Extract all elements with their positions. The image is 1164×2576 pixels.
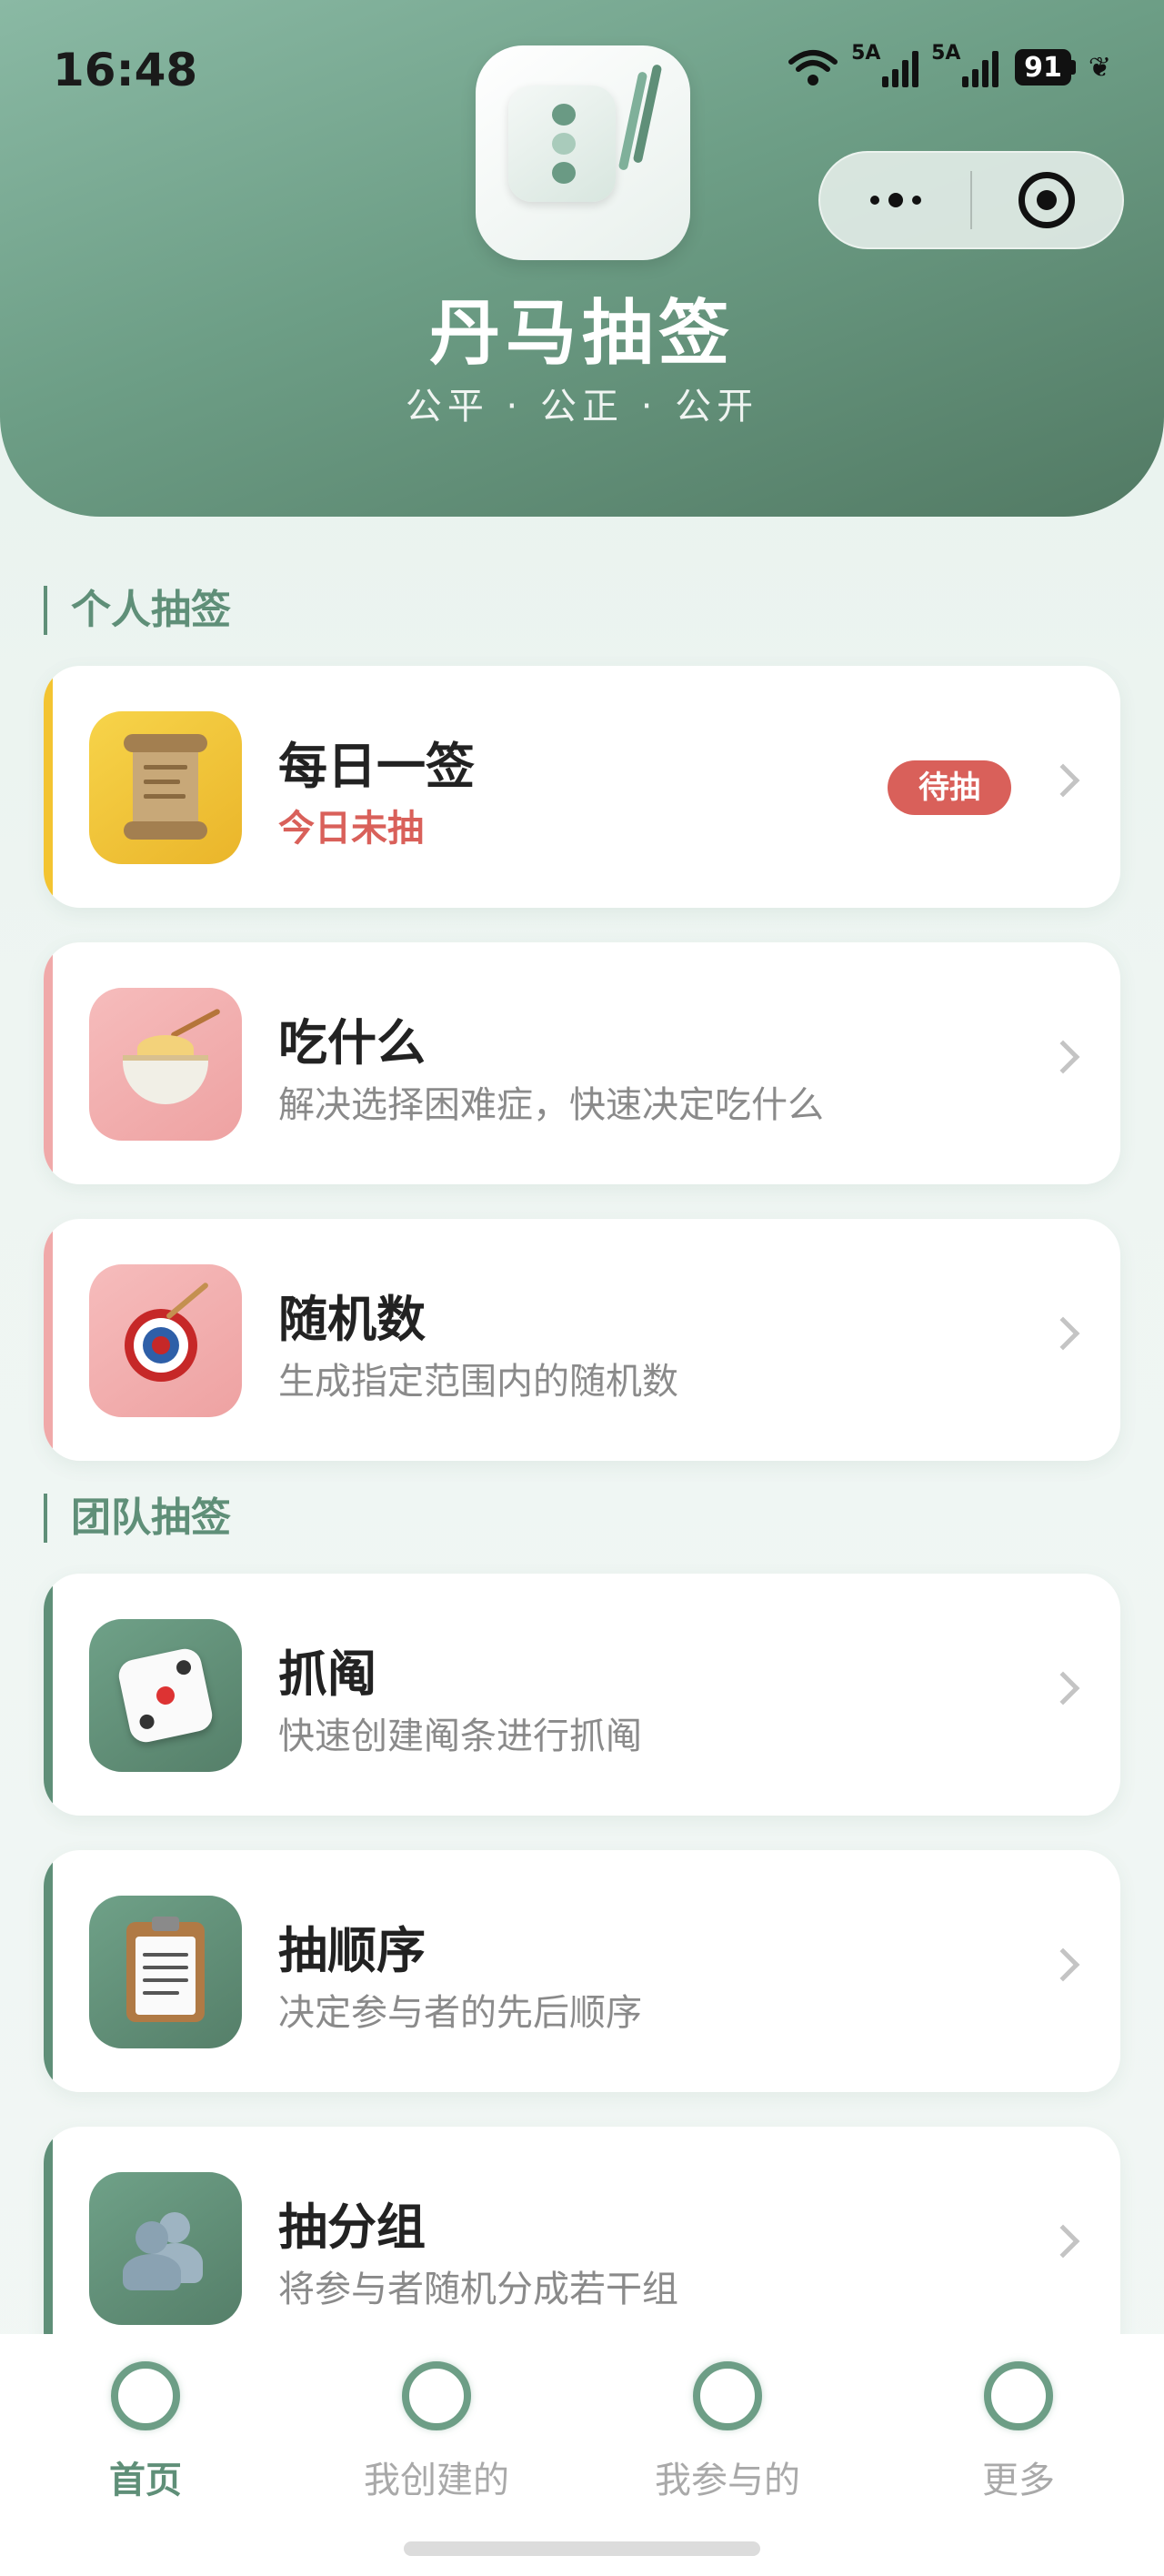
signal-icon: 5A <box>851 42 919 87</box>
status-badge: 待抽 <box>888 760 1011 815</box>
card-accent <box>44 666 53 908</box>
card-accent <box>44 1574 53 1816</box>
tab-label: 我参与的 <box>655 2460 800 2501</box>
battery-level: 91 <box>1015 49 1071 86</box>
more-dots-icon[interactable] <box>820 153 970 247</box>
page: 16:48 5A 5A 91 ❦ 丹马抽签 公平 · 公正 · 公开 个人抽签 … <box>0 0 1164 2576</box>
signal-label: 5A <box>931 42 961 65</box>
card-accent <box>44 1850 53 2092</box>
card-description: 决定参与者的先后顺序 <box>278 1992 642 2034</box>
chevron-right-icon <box>1046 1316 1080 1351</box>
card-accent <box>44 942 53 1184</box>
wifi-icon <box>788 50 838 86</box>
card-draw-order[interactable]: 抽顺序 决定参与者的先后顺序 <box>44 1850 1120 2092</box>
home-tab-icon <box>111 2361 180 2430</box>
section-title-personal: 个人抽签 <box>44 586 231 635</box>
tab-home[interactable]: 首页 <box>0 2334 291 2576</box>
card-description: 快速创建阄条进行抓阄 <box>278 1716 642 1757</box>
app-title: 丹马抽签 <box>428 293 735 375</box>
people-icon <box>89 2172 242 2325</box>
card-draw-lots[interactable]: 抓阄 快速创建阄条进行抓阄 <box>44 1574 1120 1816</box>
more-tab-icon <box>984 2361 1053 2430</box>
tab-label: 我创建的 <box>364 2460 509 2501</box>
card-accent <box>44 2127 53 2369</box>
card-status: 今日未抽 <box>278 808 424 850</box>
tab-joined-by-me[interactable]: 我参与的 <box>582 2334 873 2576</box>
app-subtitle: 公平 · 公正 · 公开 <box>405 386 759 428</box>
tab-label: 更多 <box>982 2460 1055 2501</box>
card-description: 解决选择困难症，快速决定吃什么 <box>278 1084 824 1126</box>
card-title: 抓阄 <box>278 1645 376 1703</box>
created-tab-icon <box>402 2361 471 2430</box>
signal-label: 5A <box>851 42 881 65</box>
card-daily-lot[interactable]: 每日一签 今日未抽 待抽 <box>44 666 1120 908</box>
noodle-bowl-icon <box>89 988 242 1141</box>
battery-icon: 91 <box>1011 49 1076 86</box>
dart-target-icon <box>89 1264 242 1417</box>
signal-icon: 5A <box>931 42 999 87</box>
bottom-tab-bar: 首页 我创建的 我参与的 更多 <box>0 2334 1164 2576</box>
chevron-right-icon <box>1046 1671 1080 1706</box>
scroll-icon <box>89 711 242 864</box>
card-title: 随机数 <box>278 1291 426 1348</box>
tab-created-by-me[interactable]: 我创建的 <box>291 2334 582 2576</box>
joined-tab-icon <box>693 2361 762 2430</box>
card-description: 将参与者随机分成若干组 <box>278 2269 678 2310</box>
card-title: 每日一签 <box>278 738 475 795</box>
tab-label: 首页 <box>109 2460 182 2501</box>
home-indicator <box>404 2541 760 2556</box>
section-title-team: 团队抽签 <box>44 1494 231 1543</box>
card-title: 抽顺序 <box>278 1922 426 1979</box>
dice-icon <box>89 1619 242 1772</box>
card-draw-groups[interactable]: 抽分组 将参与者随机分成若干组 <box>44 2127 1120 2369</box>
card-description: 生成指定范围内的随机数 <box>278 1361 678 1403</box>
leaf-icon: ❦ <box>1088 51 1111 84</box>
status-time: 16:48 <box>53 44 198 96</box>
card-random-number[interactable]: 随机数 生成指定范围内的随机数 <box>44 1219 1120 1461</box>
tab-more[interactable]: 更多 <box>873 2334 1164 2576</box>
chevron-right-icon <box>1046 763 1080 798</box>
chevron-right-icon <box>1046 1040 1080 1074</box>
mini-program-capsule <box>818 151 1124 249</box>
card-title: 吃什么 <box>278 1014 426 1072</box>
close-target-icon[interactable] <box>972 153 1122 247</box>
chevron-right-icon <box>1046 1947 1080 1982</box>
card-accent <box>44 1219 53 1461</box>
card-title: 抽分组 <box>278 2199 426 2256</box>
clipboard-icon <box>89 1896 242 2048</box>
card-what-to-eat[interactable]: 吃什么 解决选择困难症，快速决定吃什么 <box>44 942 1120 1184</box>
lottery-tube-icon <box>476 45 690 260</box>
status-icons: 5A 5A 91 ❦ <box>788 42 1111 87</box>
chevron-right-icon <box>1046 2224 1080 2259</box>
